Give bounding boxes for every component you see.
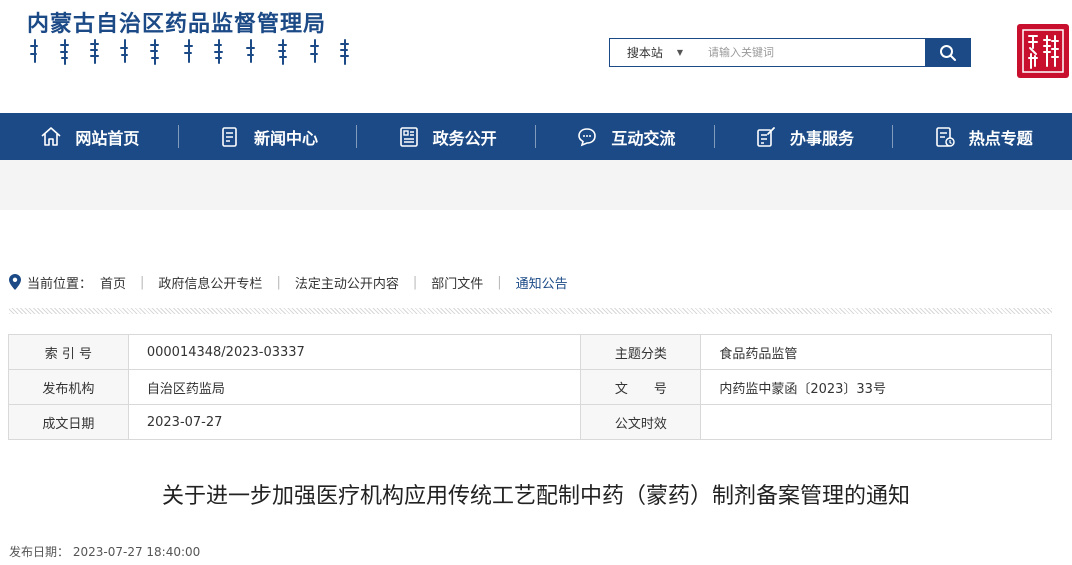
service-icon [757,126,775,147]
publish-date-label: 发布日期： [9,545,70,559]
breadcrumb: 当前位置： 首页 | 政府信息公开专栏 | 法定主动公开内容 | 部门文件 | … [9,272,568,292]
nav-item-news[interactable]: 新闻中心 [179,113,358,160]
search-icon [939,44,956,61]
issuer-value: 自治区药监局 [127,369,582,405]
chevron-down-icon: ▼ [676,48,684,57]
publish-date: 发布日期： 2023-07-27 18:40:00 [9,543,200,560]
table-row: 索 引 号 000014348/2023-03337 主题分类 食品药品监管 [8,334,1052,370]
search-input[interactable] [700,39,925,66]
article-title: 关于进一步加强医疗机构应用传统工艺配制中药（蒙药）制剂备案管理的通知 [161,484,910,509]
nav-item-label: 政务公开 [432,128,497,148]
news-icon [222,126,237,147]
breadcrumb-item-notices[interactable]: 通知公告 [516,273,568,292]
topic-icon [935,126,955,147]
nav-item-home[interactable]: 网站首页 [0,113,179,160]
table-row: 发布机构 自治区药监局 文 号 内药监中蒙函〔2023〕33号 [8,369,1052,405]
home-icon [41,126,61,146]
main-nav: 网站首页 新闻中心 政务公开 互动交流 办事服务 热点专题 [0,113,1072,160]
date-value: 2023-07-27 [127,404,582,440]
mongolian-script-logo [27,36,357,68]
index-value: 000014348/2023-03337 [127,334,582,370]
breadcrumb-item-home[interactable]: 首页 [100,273,126,292]
topic-label: 主题分类 [580,334,702,370]
search-box: 搜本站 ▼ [609,38,971,67]
site-title[interactable]: 内蒙古自治区药品监督管理局 [27,6,326,38]
nav-item-topics[interactable]: 热点专题 [893,113,1072,160]
document-icon [399,126,418,147]
breadcrumb-separator: | [276,274,281,290]
index-label: 索 引 号 [8,334,129,370]
nav-item-label: 办事服务 [790,128,855,148]
nav-item-services[interactable]: 办事服务 [715,113,894,160]
search-scope-select[interactable]: 搜本站 ▼ [610,39,700,66]
nav-item-label: 互动交流 [611,128,676,148]
mongolian-script-icon [30,39,349,65]
table-row: 成文日期 2023-07-27 公文时效 [8,404,1052,440]
nav-item-gov-affairs[interactable]: 政务公开 [357,113,536,160]
seal-logo [1017,24,1069,78]
nav-item-interaction[interactable]: 互动交流 [536,113,715,160]
publish-date-value: 2023-07-27 18:40:00 [72,545,201,559]
issuer-label: 发布机构 [8,369,129,405]
breadcrumb-separator: | [497,274,502,290]
date-label: 成文日期 [8,404,129,440]
topic-value: 食品药品监管 [700,334,1052,370]
divider [9,308,1052,314]
nav-item-label: 网站首页 [75,128,140,148]
breadcrumb-prefix: 当前位置： [27,276,93,292]
site-header: 内蒙古自治区药品监督管理局 搜本站 ▼ [0,0,1072,113]
banner-strip [0,160,1072,210]
validity-label: 公文时效 [580,404,702,440]
breadcrumb-separator: | [412,274,418,290]
breadcrumb-item-statutory[interactable]: 法定主动公开内容 [295,273,399,292]
nav-item-label: 新闻中心 [254,128,319,148]
seal-icon [1022,29,1064,73]
docno-label: 文 号 [580,369,702,405]
breadcrumb-item-dept-docs[interactable]: 部门文件 [431,273,483,292]
breadcrumb-item-gov-info[interactable]: 政府信息公开专栏 [158,273,262,292]
document-info-table: 索 引 号 000014348/2023-03337 主题分类 食品药品监管 发… [8,334,1052,440]
location-pin-icon [9,274,21,290]
nav-item-label: 热点专题 [968,128,1033,148]
docno-value: 内药监中蒙函〔2023〕33号 [700,369,1052,405]
validity-value [700,404,1052,440]
breadcrumb-separator: | [140,274,145,290]
chat-icon [578,127,597,146]
search-button[interactable] [925,39,970,66]
search-scope-label: 搜本站 [626,46,663,60]
